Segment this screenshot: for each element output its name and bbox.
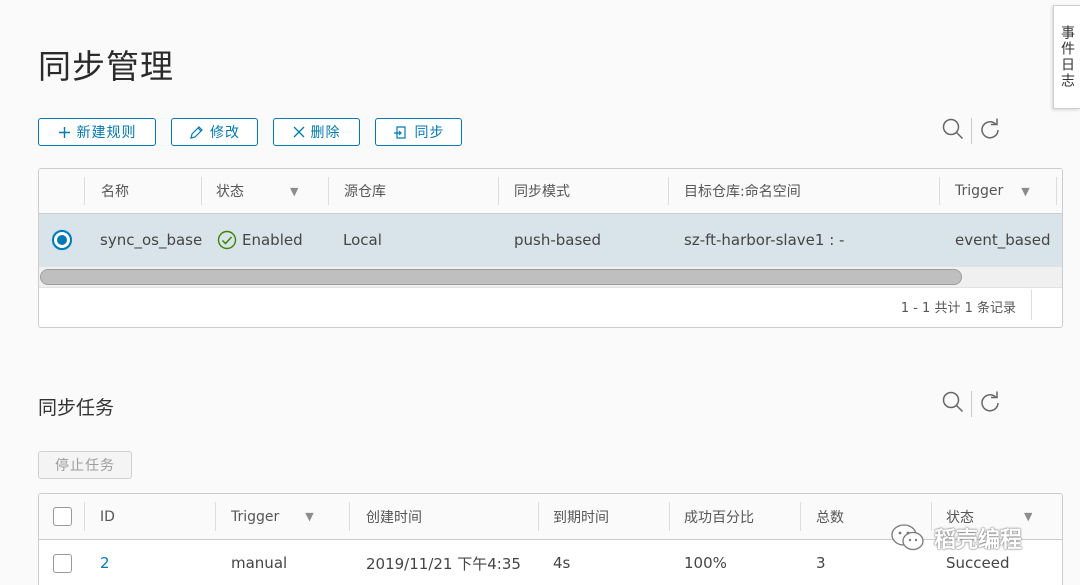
new-rule-button[interactable]: 新建规则 <box>38 118 156 146</box>
filter-icon[interactable]: ▼ <box>290 185 298 198</box>
event-log-tab-label: 事件日志 <box>1059 25 1075 89</box>
task-created: 2019/11/21 下午4:35 <box>366 554 521 573</box>
refresh-icon[interactable] <box>978 390 1002 418</box>
scrollbar-thumb[interactable] <box>40 269 962 285</box>
search-icon[interactable] <box>941 117 965 145</box>
wechat-icon <box>890 523 926 553</box>
tasks-section-title: 同步任务 <box>38 397 115 419</box>
rule-status-text: Enabled <box>242 231 303 249</box>
event-log-tab[interactable]: 事件日志 <box>1053 5 1080 109</box>
col-trigger[interactable]: Trigger ▼ <box>955 169 1030 213</box>
rule-mode: push-based <box>514 231 602 249</box>
col-name[interactable]: 名称 <box>101 169 129 213</box>
col-trigger-label: Trigger <box>955 183 1004 199</box>
col-status-label: 状态 <box>216 184 244 200</box>
check-circle-icon <box>217 230 237 250</box>
col-status[interactable]: 状态 ▼ <box>216 169 298 213</box>
sync-label: 同步 <box>414 125 445 141</box>
watermark: 稻壳编程 <box>890 522 1022 554</box>
col-mode[interactable]: 同步模式 <box>514 169 570 213</box>
filter-icon[interactable]: ▼ <box>1021 185 1029 198</box>
col-percent[interactable]: 成功百分比 <box>684 494 754 539</box>
col-target[interactable]: 目标仓库:命名空间 <box>684 169 801 213</box>
col-total[interactable]: 总数 <box>816 494 844 539</box>
close-icon <box>293 126 305 138</box>
refresh-icon[interactable] <box>978 117 1002 145</box>
rules-grid: 名称 状态 ▼ 源仓库 同步模式 目标仓库:命名空间 Trigger ▼ syn… <box>38 168 1063 328</box>
task-percent: 100% <box>684 554 727 572</box>
rule-name: sync_os_base <box>100 231 203 249</box>
col-task-trigger-label: Trigger <box>231 508 280 525</box>
task-total: 3 <box>816 554 826 572</box>
stop-task-button[interactable]: 停止任务 <box>38 451 132 479</box>
horizontal-scrollbar[interactable] <box>39 266 1062 288</box>
table-row[interactable]: sync_os_base Enabled Local push-based sz… <box>39 214 1062 266</box>
rule-target: sz-ft-harbor-slave1 : - <box>684 231 845 249</box>
rules-toolbar-icons <box>941 117 1002 145</box>
filter-icon[interactable]: ▼ <box>305 510 313 523</box>
rule-status: Enabled <box>217 214 303 266</box>
plus-icon <box>58 126 71 139</box>
delete-label: 删除 <box>310 125 341 141</box>
tasks-toolbar-icons <box>941 390 1002 418</box>
watermark-text: 稻壳编程 <box>934 528 1023 553</box>
rules-grid-header: 名称 状态 ▼ 源仓库 同步模式 目标仓库:命名空间 Trigger ▼ <box>39 169 1062 214</box>
task-id-link[interactable]: 2 <box>100 540 110 585</box>
page-title: 同步管理 <box>38 47 174 86</box>
col-created[interactable]: 创建时间 <box>366 494 422 539</box>
rule-source: Local <box>343 231 382 249</box>
sync-button[interactable]: 同步 <box>375 118 462 146</box>
pagination-summary: 1 - 1 共计 1 条记录 <box>900 301 1016 316</box>
toolbar-divider <box>971 391 972 417</box>
rule-trigger: event_based <box>955 231 1051 249</box>
row-checkbox[interactable] <box>53 553 72 573</box>
col-duration[interactable]: 到期时间 <box>553 494 609 539</box>
col-id[interactable]: ID <box>100 494 115 539</box>
task-duration: 4s <box>553 554 571 572</box>
edit-label: 修改 <box>210 125 240 141</box>
search-icon[interactable] <box>941 390 965 418</box>
select-all-checkbox[interactable] <box>53 507 72 526</box>
delete-button[interactable]: 删除 <box>273 118 360 146</box>
edit-button[interactable]: 修改 <box>171 118 258 146</box>
filter-icon[interactable]: ▼ <box>1024 510 1032 523</box>
toolbar-divider <box>971 118 972 144</box>
col-task-trigger[interactable]: Trigger ▼ <box>231 494 314 539</box>
sync-icon <box>393 125 409 140</box>
task-trigger: manual <box>231 554 288 572</box>
pencil-icon <box>189 125 204 140</box>
col-source[interactable]: 源仓库 <box>344 169 386 213</box>
row-select-radio[interactable] <box>52 230 72 250</box>
new-rule-label: 新建规则 <box>76 125 137 141</box>
